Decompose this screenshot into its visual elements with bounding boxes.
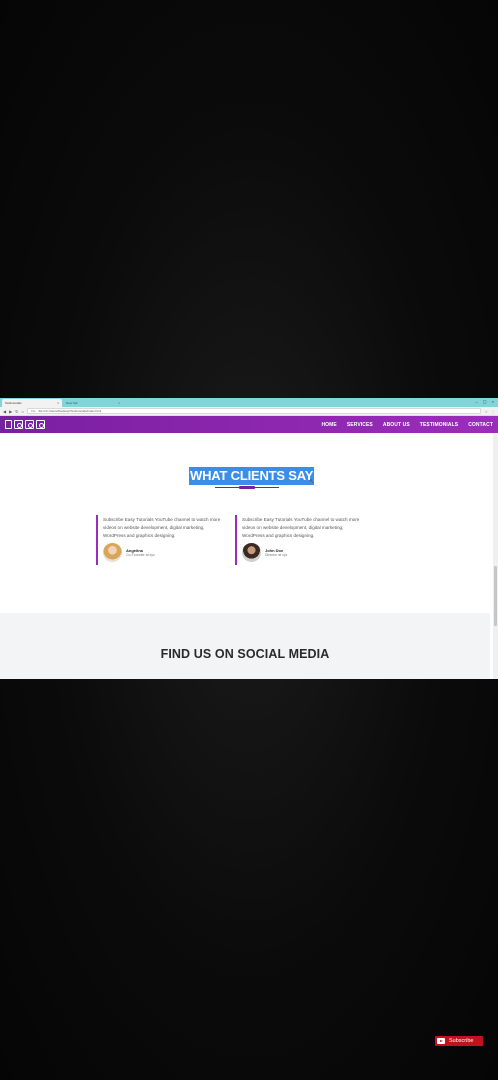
testimonial-quote: Subscribe Easy Tutorials YouTube channel… [242,517,360,538]
nav-link-testimonials[interactable]: TESTIMONIALS [420,422,458,428]
close-tab-icon[interactable]: × [57,399,59,407]
nav-link-about[interactable]: ABOUT US [383,422,410,428]
browser-tab-new[interactable]: New Tab × [63,399,123,407]
close-tab-icon[interactable]: × [118,399,120,407]
logo-glyph [36,420,45,429]
section-title[interactable]: WHAT CLIENTS SAY [189,467,315,485]
testimonial-author: Angelina Co-Founder at xyz [103,543,224,562]
nav-link-services[interactable]: SERVICES [347,422,373,428]
bookmark-star-icon[interactable]: ☆ [484,409,488,414]
nav-link-home[interactable]: HOME [321,422,336,428]
logo-glyph [14,420,23,429]
reload-icon[interactable]: ↻ [15,407,18,416]
testimonial-card: Subscribe Easy Tutorials YouTube channel… [96,515,224,565]
subscribe-button[interactable]: Subscribe [435,1036,483,1046]
logo-glyph [5,420,12,429]
tab-title: New Tab [66,401,78,405]
avatar [103,543,122,562]
window-controls[interactable]: – ▢ × [475,399,496,404]
author-role: Co-Founder at xyz [126,552,155,557]
page-scrollbar[interactable] [493,433,498,679]
title-underline-accent [239,486,255,489]
subscribe-label: Subscribe [449,1038,474,1044]
testimonials-section: WHAT CLIENTS SAY ↖ Subscribe Easy Tutori… [0,433,498,613]
logo-glyph [25,420,34,429]
youtube-play-icon [437,1038,445,1044]
main-menu: HOME SERVICES ABOUT US TESTIMONIALS CONT… [321,422,493,428]
avatar [242,543,261,562]
author-role: Director at xyz [265,552,288,557]
site-navbar: HOME SERVICES ABOUT US TESTIMONIALS CONT… [0,416,498,433]
nav-link-contact[interactable]: CONTACT [468,422,493,428]
home-icon[interactable]: ⌂ [22,407,24,416]
testimonial-card: Subscribe Easy Tutorials YouTube channel… [235,515,363,565]
url-field[interactable]: File file:///C:/Users/Desktop/Testimonia… [26,408,482,414]
social-title: FIND US ON SOCIAL MEDIA [160,647,330,661]
back-icon[interactable]: ◀ [3,407,6,416]
browser-tab-bar: Testimonials × New Tab × – ▢ × [0,398,498,407]
testimonial-author: John Doe Director at xyz [242,543,363,562]
site-logo[interactable] [5,420,45,429]
forward-icon[interactable]: ▶ [9,407,12,416]
scrollbar-thumb[interactable] [494,566,497,626]
url-scheme: File [30,409,36,413]
address-bar: ◀ ▶ ↻ ⌂ File file:///C:/Users/Desktop/Te… [0,407,498,416]
browser-window: Testimonials × New Tab × – ▢ × ◀ ▶ ↻ ⌂ F… [0,398,498,679]
menu-icon[interactable]: ⋮ [491,409,495,414]
testimonial-quote: Subscribe Easy Tutorials YouTube channel… [103,517,221,538]
browser-tab-active[interactable]: Testimonials × [2,399,62,407]
text-cursor-icon: ↖ [309,479,315,485]
tab-title: Testimonials [5,401,22,405]
url-text: file:///C:/Users/Desktop/Testimonials/in… [38,409,102,413]
social-section: FIND US ON SOCIAL MEDIA [0,613,490,679]
